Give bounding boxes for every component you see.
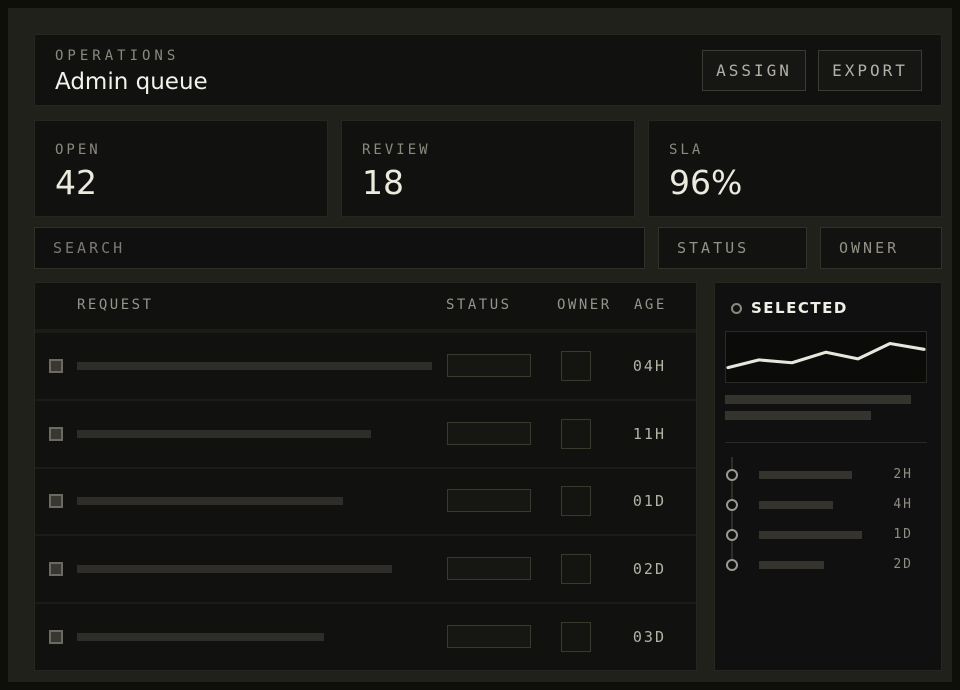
timeline-age-label: 4H (893, 497, 913, 512)
stat-card-sla: SLA 96% (648, 120, 942, 217)
request-text-placeholder (77, 633, 324, 641)
column-header-age: AGE (634, 297, 667, 313)
timeline-age-label: 2H (893, 467, 913, 482)
timeline-age-label: 1D (893, 527, 913, 542)
table-row[interactable]: 03D (35, 602, 696, 670)
timeline-text-placeholder (759, 561, 824, 569)
assign-button[interactable]: ASSIGN (702, 50, 806, 91)
stat-card-open: OPEN 42 (34, 120, 328, 217)
row-checkbox[interactable] (49, 562, 63, 576)
stat-label: SLA (669, 142, 703, 158)
selected-panel-title: SELECTED (751, 299, 848, 317)
table-row[interactable]: 01D (35, 467, 696, 535)
owner-cell-box[interactable] (561, 554, 591, 584)
owner-cell-box[interactable] (561, 419, 591, 449)
status-cell-box[interactable] (447, 489, 531, 512)
table-row[interactable]: 02D (35, 534, 696, 602)
age-value: 01D (633, 492, 666, 510)
status-cell-box[interactable] (447, 557, 531, 580)
column-header-request: REQUEST (77, 297, 154, 313)
sparkline-chart (725, 331, 927, 383)
column-header-status: STATUS (446, 297, 512, 313)
page-title: Admin queue (55, 69, 208, 95)
timeline-text-placeholder (759, 531, 862, 539)
timeline-item: 2D (715, 550, 943, 580)
table-row[interactable]: 04H (35, 331, 696, 399)
search-box (34, 227, 645, 269)
owner-cell-box[interactable] (561, 486, 591, 516)
timeline-node-icon (726, 529, 738, 541)
header-panel: OPERATIONS Admin queue ASSIGN EXPORT (34, 34, 942, 106)
row-checkbox[interactable] (49, 427, 63, 441)
header-eyebrow: OPERATIONS (55, 48, 179, 64)
row-checkbox[interactable] (49, 494, 63, 508)
request-text-placeholder (77, 497, 343, 505)
timeline-text-placeholder (759, 501, 833, 509)
timeline-node-icon (726, 559, 738, 571)
stat-label: OPEN (55, 142, 101, 158)
timeline-age-label: 2D (893, 557, 913, 572)
sparkline-path (728, 344, 924, 368)
timeline-node-icon (726, 469, 738, 481)
detail-text-placeholder (725, 395, 911, 404)
timeline-text-placeholder (759, 471, 852, 479)
request-table: REQUEST STATUS OWNER AGE 04H 11H 01D (34, 282, 697, 671)
search-input[interactable] (35, 228, 644, 268)
timeline-node-icon (726, 499, 738, 511)
stat-value: 42 (55, 163, 97, 202)
owner-cell-box[interactable] (561, 351, 591, 381)
owner-filter-dropdown[interactable]: OWNER (820, 227, 942, 269)
admin-queue-app: OPERATIONS Admin queue ASSIGN EXPORT OPE… (0, 0, 960, 690)
export-button[interactable]: EXPORT (818, 50, 922, 91)
stat-value: 96% (669, 163, 742, 202)
owner-cell-box[interactable] (561, 622, 591, 652)
status-cell-box[interactable] (447, 354, 531, 377)
table-row[interactable]: 11H (35, 399, 696, 467)
request-text-placeholder (77, 565, 392, 573)
age-value: 04H (633, 357, 666, 375)
selected-panel: SELECTED 2H 4H 1D 2D (714, 282, 942, 671)
status-filter-dropdown[interactable]: STATUS (658, 227, 807, 269)
status-cell-box[interactable] (447, 422, 531, 445)
selected-panel-header: SELECTED (731, 299, 848, 317)
stat-value: 18 (362, 163, 404, 202)
age-value: 03D (633, 628, 666, 646)
status-cell-box[interactable] (447, 625, 531, 648)
row-checkbox[interactable] (49, 359, 63, 373)
age-value: 02D (633, 560, 666, 578)
timeline-item: 4H (715, 490, 943, 520)
request-text-placeholder (77, 430, 371, 438)
stat-card-review: REVIEW 18 (341, 120, 635, 217)
age-value: 11H (633, 425, 666, 443)
table-header-row: REQUEST STATUS OWNER AGE (35, 283, 696, 331)
request-text-placeholder (77, 362, 432, 370)
panel-divider (725, 442, 927, 443)
timeline-item: 2H (715, 460, 943, 490)
selection-circle-icon (731, 303, 742, 314)
row-checkbox[interactable] (49, 630, 63, 644)
timeline-item: 1D (715, 520, 943, 550)
stat-label: REVIEW (362, 142, 431, 158)
detail-text-placeholder (725, 411, 871, 420)
column-header-owner: OWNER (557, 297, 612, 313)
